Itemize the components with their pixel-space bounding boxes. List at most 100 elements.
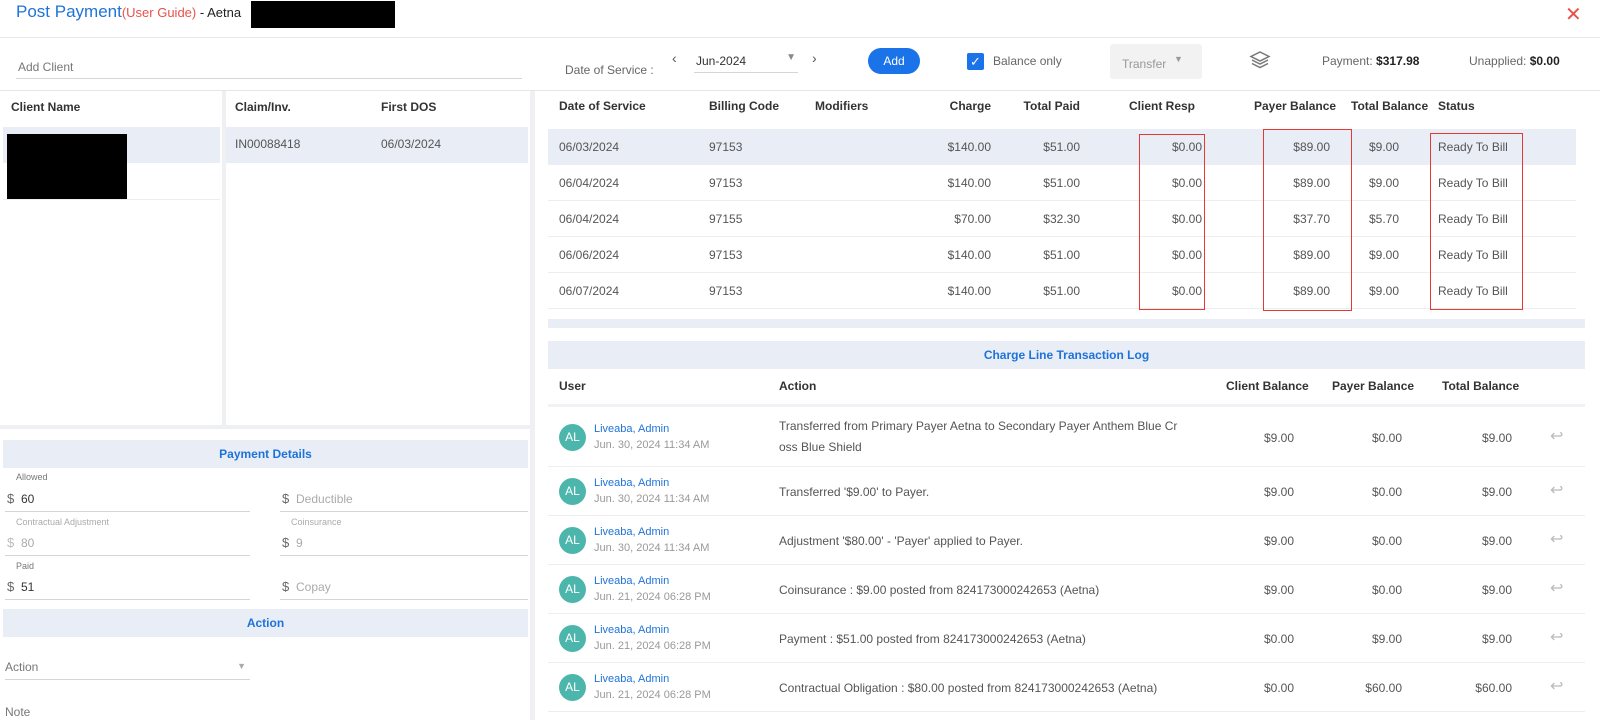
log-total-balance: $9.00 [1481,431,1512,445]
charge-total-balance: $9.00 [1368,140,1399,154]
charge-amount: $140.00 [947,140,991,154]
charge-total-balance: $9.00 [1368,248,1399,262]
charge-dos: 06/04/2024 [559,176,620,190]
transfer-dropdown[interactable]: Transfer ▼ [1110,44,1202,79]
balance-only-checkbox[interactable]: ✓ [967,53,984,70]
log-user-name[interactable]: Liveaba, Admin [594,423,669,435]
add-client-input[interactable]: Add Client [16,57,522,79]
log-total-balance: $60.00 [1475,681,1512,695]
charge-billing-code: 97153 [709,284,743,298]
log-col-payer-balance: Payer Balance [1332,379,1415,393]
deductible-input[interactable]: $ Deductible [280,488,528,512]
charge-total-balance: $9.00 [1368,284,1399,298]
prev-month-icon[interactable]: ‹ [672,50,677,66]
charge-billing-code: 97155 [709,212,743,226]
log-payer-balance: $0.00 [1371,583,1402,597]
unapplied-value: $0.00 [1529,54,1560,68]
claim-first-dos: 06/03/2024 [381,137,442,151]
undo-icon[interactable]: ↩ [1550,426,1563,446]
action-title: Action [3,609,528,637]
copay-input[interactable]: $ Copay [280,576,528,600]
claim-row[interactable]: IN00088418 06/03/2024 [226,127,528,163]
section-divider [0,425,530,429]
charge-dos: 06/04/2024 [559,212,620,226]
log-client-balance: $9.00 [1263,431,1294,445]
user-guide-link[interactable]: (User Guide) [122,5,196,20]
dos-month-value: Jun-2024 [696,54,747,68]
layers-icon[interactable] [1249,50,1271,73]
charge-row[interactable]: 06/03/2024 97153 $140.00 $51.00 $0.00 $89.00 $… [548,129,1576,165]
log-total-balance: $9.00 [1481,632,1512,646]
charge-row[interactable]: 06/04/2024 97153 $140.00 $51.00 $0.00 $89.00 $… [548,165,1576,201]
claim-header: Claim/Inv. [235,100,291,114]
charge-billing-code: 97153 [709,176,743,190]
undo-icon[interactable]: ↩ [1550,627,1563,647]
avatar: AL [559,576,586,603]
log-action: Payment : $51.00 posted from 82417300024… [779,632,1086,646]
col-client-resp: Client Resp [1129,99,1196,113]
coinsurance-label: Coinsurance [291,517,342,527]
log-row: AL Liveaba, Admin Jun. 30, 2024 11:34 AM Tr… [548,467,1585,516]
log-user-name[interactable]: Liveaba, Admin [594,673,669,685]
add-button[interactable]: Add [868,48,920,74]
currency-symbol: $ [7,535,15,550]
charge-total-paid: $32.30 [1043,212,1080,226]
chevron-down-icon: ▼ [237,661,246,671]
allowed-input[interactable]: $ 60 [5,488,250,512]
log-user-name[interactable]: Liveaba, Admin [594,477,669,489]
log-action: Transferred '$9.00' to Payer. [779,485,930,499]
log-row: AL Liveaba, Admin Jun. 21, 2024 06:28 PM Pa… [548,614,1585,663]
charge-dos: 06/07/2024 [559,284,620,298]
col-total-paid: Total Paid [1023,99,1080,113]
log-action: Contractual Obligation : $80.00 posted f… [779,681,1158,695]
log-row: AL Liveaba, Admin Jun. 30, 2024 11:34 AM Tr… [548,409,1585,467]
log-client-balance: $0.00 [1263,632,1294,646]
log-user-name[interactable]: Liveaba, Admin [594,624,669,636]
col-charge: Charge [949,99,991,113]
undo-icon[interactable]: ↩ [1550,578,1563,598]
col-billing-code: Billing Code [709,99,779,113]
chevron-down-icon: ▼ [786,52,796,63]
log-total-balance: $9.00 [1481,583,1512,597]
charge-amount: $140.00 [947,284,991,298]
undo-icon[interactable]: ↩ [1550,480,1563,500]
next-month-icon[interactable]: › [812,50,817,66]
log-timestamp: Jun. 21, 2024 06:28 PM [594,591,711,603]
action-placeholder: Action [5,660,39,674]
log-title: Charge Line Transaction Log [548,341,1585,369]
undo-icon[interactable]: ↩ [1550,529,1563,549]
close-icon[interactable]: ✕ [1565,2,1582,27]
charge-row[interactable]: 06/06/2024 97153 $140.00 $51.00 $0.00 $89.00 $… [548,237,1576,273]
transfer-label: Transfer [1122,57,1167,71]
contractual-input[interactable]: $ 80 [5,532,250,556]
log-user-name[interactable]: Liveaba, Admin [594,575,669,587]
contractual-value: 80 [21,536,35,550]
horizontal-scrollbar[interactable] [548,319,1585,328]
divider [0,90,1600,91]
avatar: AL [559,625,586,652]
dos-month-select[interactable]: Jun-2024 ▼ [694,51,798,73]
payment-details-title: Payment Details [3,440,528,468]
col-status: Status [1438,99,1475,113]
charge-row[interactable]: 06/04/2024 97155 $70.00 $32.30 $0.00 $37.70 $5… [548,201,1576,237]
currency-symbol: $ [7,579,15,594]
undo-icon[interactable]: ↩ [1550,676,1563,696]
balance-only-label: Balance only [993,54,1062,68]
chevron-down-icon: ▼ [1174,54,1183,64]
log-timestamp: Jun. 21, 2024 06:28 PM [594,689,711,701]
col-total-balance: Total Balance [1351,99,1429,113]
payment-summary: Payment: $317.98 [1322,54,1419,68]
log-payer-balance: $0.00 [1371,431,1402,445]
action-select[interactable]: Action ▼ [5,656,250,680]
log-user-name[interactable]: Liveaba, Admin [594,526,669,538]
claim-number: IN00088418 [235,137,301,151]
highlight-client-resp [1139,134,1205,310]
paid-input[interactable]: $ 51 [5,576,250,600]
payment-value: $317.98 [1376,54,1420,68]
coinsurance-input[interactable]: $ 9 [280,532,528,556]
unapplied-summary: Unapplied: $0.00 [1469,54,1560,68]
charge-row[interactable]: 06/07/2024 97153 $140.00 $51.00 $0.00 $89.00 $… [548,273,1576,309]
panel-divider [530,91,535,720]
log-row: AL Liveaba, Admin Jun. 30, 2024 11:34 AM Ad… [548,516,1585,565]
allowed-value: 60 [21,492,35,506]
